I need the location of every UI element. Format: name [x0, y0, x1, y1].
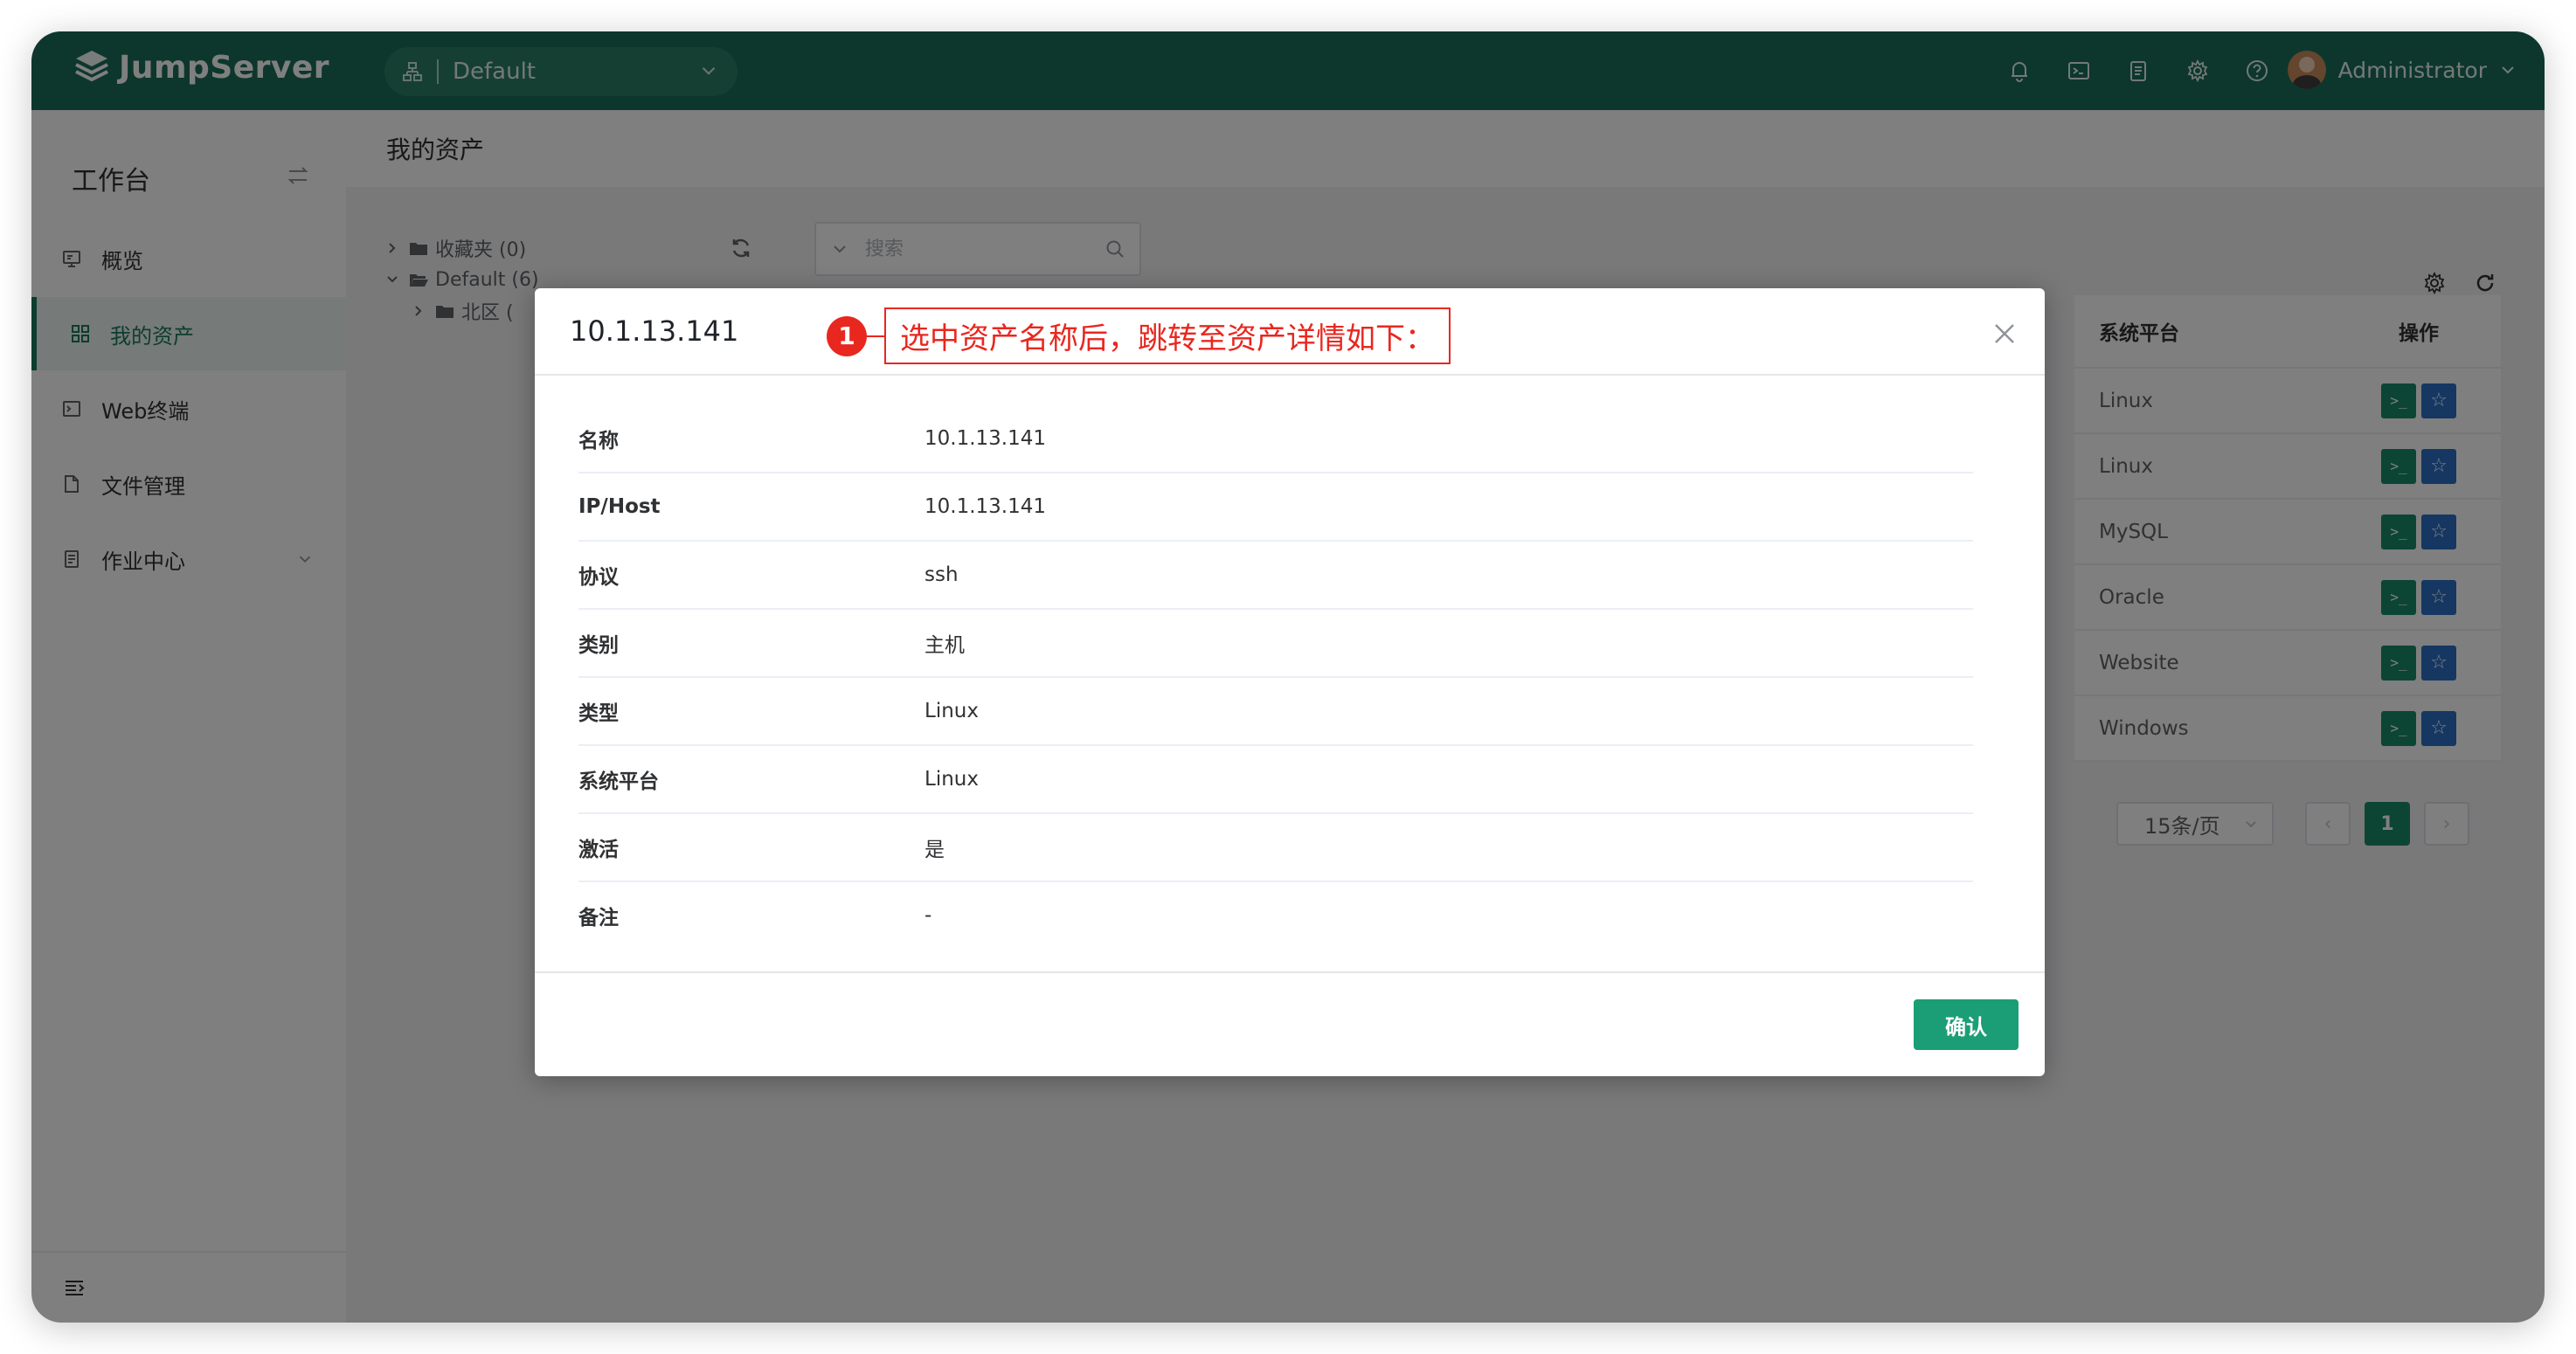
detail-value: 主机	[924, 634, 965, 657]
detail-label: 备注	[578, 907, 619, 929]
detail-value: 是	[924, 839, 945, 861]
detail-row: IP/Host 10.1.13.141	[578, 473, 1973, 542]
detail-label: IP/Host	[578, 495, 661, 518]
detail-label: 系统平台	[578, 770, 659, 793]
detail-value: Linux	[924, 700, 979, 722]
close-icon[interactable]	[1992, 321, 2017, 346]
annotation-text: 选中资产名称后，跳转至资产详情如下：	[884, 307, 1451, 364]
detail-label: 协议	[578, 566, 619, 589]
detail-label: 类型	[578, 702, 619, 725]
detail-value: ssh	[924, 563, 959, 586]
detail-value: 10.1.13.141	[924, 495, 1046, 518]
annotation-connector	[867, 335, 884, 337]
detail-row: 协议 ssh	[578, 542, 1973, 610]
detail-label: 激活	[578, 839, 619, 861]
dialog-footer: 确认	[535, 971, 2045, 1076]
detail-row: 激活 是	[578, 814, 1973, 882]
detail-value: Linux	[924, 768, 979, 791]
detail-row: 类别 主机	[578, 610, 1973, 678]
asset-detail-list: 名称 10.1.13.141 IP/Host 10.1.13.141 协议 ss…	[578, 405, 1973, 949]
annotation-callout: 1 选中资产名称后，跳转至资产详情如下：	[827, 307, 1451, 364]
app-window: JumpServer Default	[31, 31, 2545, 1323]
detail-row: 系统平台 Linux	[578, 746, 1973, 814]
dialog-title: 10.1.13.141	[570, 314, 739, 348]
detail-value: 10.1.13.141	[924, 427, 1046, 450]
detail-row: 名称 10.1.13.141	[578, 405, 1973, 473]
detail-row: 备注 -	[578, 882, 1973, 949]
confirm-button[interactable]: 确认	[1914, 999, 2019, 1050]
detail-label: 名称	[578, 430, 619, 452]
detail-row: 类型 Linux	[578, 678, 1973, 746]
annotation-number-badge: 1	[827, 315, 867, 356]
detail-value: -	[924, 904, 932, 927]
detail-label: 类别	[578, 634, 619, 657]
asset-detail-dialog: 10.1.13.141 1 选中资产名称后，跳转至资产详情如下： 名称 10.1…	[535, 288, 2045, 1076]
dialog-header: 10.1.13.141 1 选中资产名称后，跳转至资产详情如下：	[535, 288, 2045, 376]
